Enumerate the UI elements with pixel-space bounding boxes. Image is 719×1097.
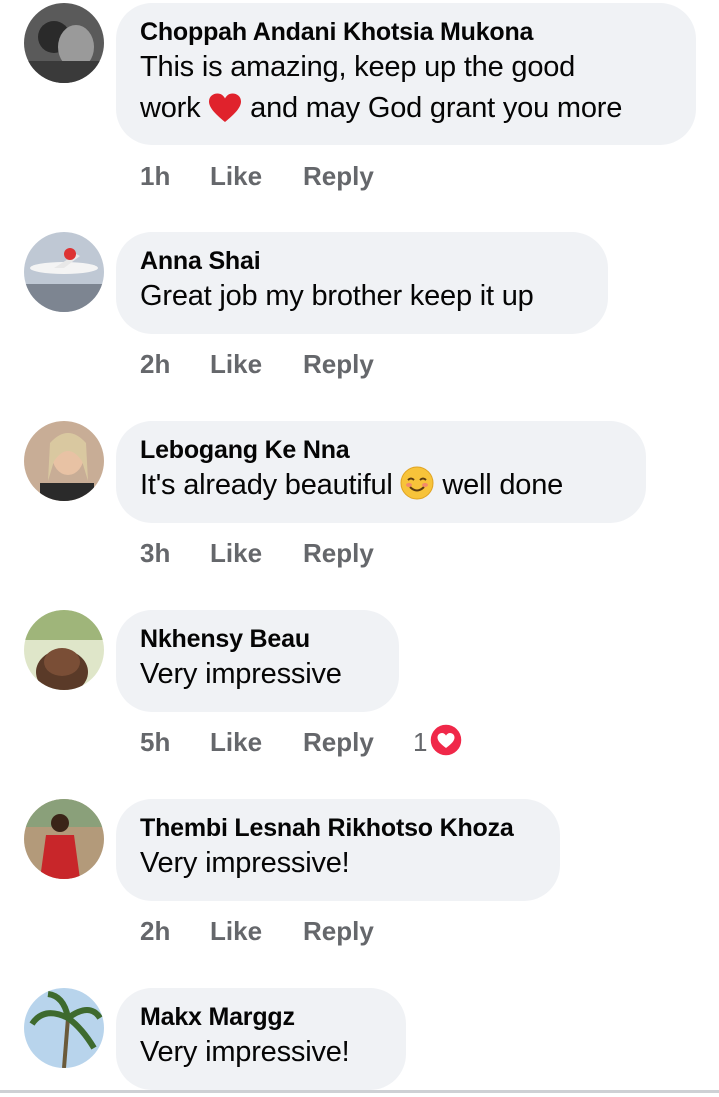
comment-text-fragment: work: [140, 92, 201, 124]
comment-bubble: Anna Shai Great job my brother keep it u…: [116, 232, 608, 334]
like-button[interactable]: Like: [210, 913, 262, 949]
comment-bubble: Thembi Lesnah Rikhotso Khoza Very impres…: [116, 799, 560, 901]
comment-author[interactable]: Lebogang Ke Nna: [140, 435, 622, 465]
comment-text-line: work and may God grant you more: [140, 88, 672, 135]
reply-button[interactable]: Reply: [303, 158, 374, 194]
like-button[interactable]: Like: [210, 535, 262, 571]
comment-time[interactable]: 1h: [140, 158, 170, 194]
comment-time[interactable]: 5h: [140, 724, 170, 760]
comment-bubble: Lebogang Ke Nna It's already beautiful w…: [116, 421, 646, 523]
reply-button[interactable]: Reply: [303, 913, 374, 949]
comment-author[interactable]: Anna Shai: [140, 246, 584, 276]
comment-text: This is amazing, keep up the good work a…: [140, 47, 672, 135]
reply-button[interactable]: Reply: [303, 724, 374, 760]
comment-author[interactable]: Thembi Lesnah Rikhotso Khoza: [140, 813, 536, 843]
comment-text-fragment: It's already beautiful: [140, 469, 393, 501]
avatar[interactable]: [24, 421, 104, 501]
avatar[interactable]: [24, 610, 104, 690]
comment-text: Very impressive!: [140, 847, 350, 879]
like-button[interactable]: Like: [210, 724, 262, 760]
reply-button[interactable]: Reply: [303, 346, 374, 382]
comment-text: It's already beautiful well done: [140, 465, 622, 512]
comment-text-fragment: and may God grant you more: [250, 92, 623, 124]
comment-author[interactable]: Nkhensy Beau: [140, 624, 375, 654]
reply-button[interactable]: Reply: [303, 535, 374, 571]
comment-time[interactable]: 2h: [140, 913, 170, 949]
comment-author[interactable]: Makx Marggz: [140, 1002, 382, 1032]
like-button[interactable]: Like: [210, 346, 262, 382]
avatar[interactable]: [24, 799, 104, 879]
comment-bubble: Nkhensy Beau Very impressive: [116, 610, 399, 712]
comment-bubble: Makx Marggz Very impressive!: [116, 988, 406, 1090]
avatar[interactable]: [24, 232, 104, 312]
comment-text-fragment: well done: [442, 469, 564, 501]
comment-text: Great job my brother keep it up: [140, 280, 534, 312]
reaction-count: 1: [413, 727, 428, 757]
comment-bubble: Choppah Andani Khotsia Mukona This is am…: [116, 3, 696, 145]
love-reaction-icon: [429, 723, 463, 766]
heart-emoji-icon: [208, 93, 242, 135]
avatar[interactable]: [24, 988, 104, 1068]
avatar[interactable]: [24, 3, 104, 83]
comment-text: Very impressive: [140, 658, 342, 690]
smiling-face-emoji-icon: [400, 466, 434, 512]
comment-time[interactable]: 2h: [140, 346, 170, 382]
reaction-summary[interactable]: 1: [413, 723, 463, 760]
comment-time[interactable]: 3h: [140, 535, 170, 571]
comment-author[interactable]: Choppah Andani Khotsia Mukona: [140, 17, 672, 47]
comment-text-line: This is amazing, keep up the good: [140, 51, 576, 83]
comment-text: Very impressive!: [140, 1036, 350, 1068]
bottom-divider: [0, 1090, 719, 1093]
like-button[interactable]: Like: [210, 158, 262, 194]
